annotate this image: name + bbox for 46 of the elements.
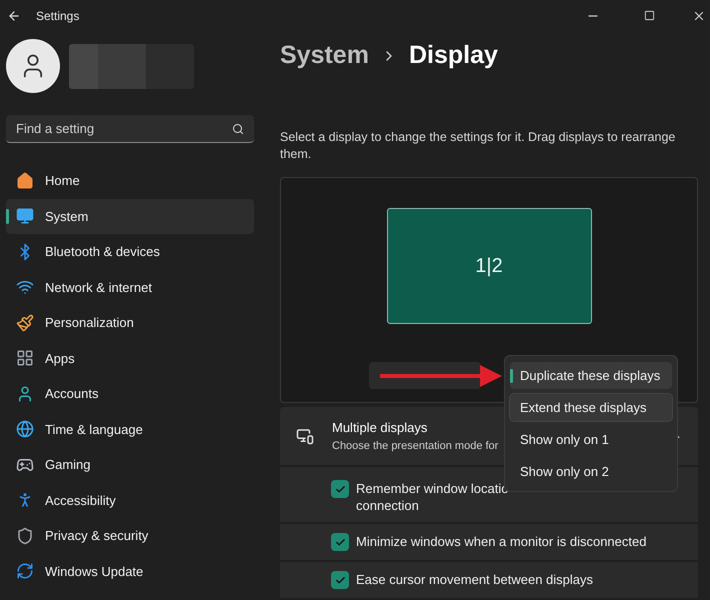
sidebar-item[interactable]: Personalization xyxy=(6,305,254,340)
monitor-icon xyxy=(16,207,34,226)
apps-grid-icon xyxy=(16,349,34,368)
multiple-displays-icon xyxy=(296,427,314,445)
checkbox-label: Ease cursor movement between displays xyxy=(356,571,594,588)
menu-item[interactable]: Show only on 2 xyxy=(510,458,672,485)
wifi-icon xyxy=(16,278,34,296)
display-number: 1|2 xyxy=(475,254,503,279)
checkbox[interactable] xyxy=(331,571,349,589)
setting-title: Multiple displays xyxy=(332,419,428,437)
check-icon xyxy=(334,484,346,494)
back-icon[interactable] xyxy=(7,8,21,22)
sidebar-item[interactable]: Privacy & security xyxy=(6,518,254,554)
sidebar-item[interactable]: Bluetooth & devices xyxy=(6,234,254,270)
checkbox[interactable] xyxy=(331,533,349,551)
paintbrush-icon xyxy=(16,314,34,332)
checkbox[interactable] xyxy=(331,480,349,498)
page-title: Display xyxy=(408,40,498,72)
maximize-icon[interactable] xyxy=(644,10,655,21)
setting-subtitle: Choose the presentation mode for xyxy=(332,438,498,454)
description-text: Select a display to change the settings for it. Drag displays to rearrange them. xyxy=(280,129,676,163)
check-icon xyxy=(334,574,346,586)
search-field[interactable]: Find a setting xyxy=(6,115,254,143)
search-icon[interactable] xyxy=(232,123,244,135)
sidebar-item[interactable]: Windows Update xyxy=(6,554,254,589)
sidebar-item[interactable]: Apps xyxy=(6,340,254,376)
sidebar-item[interactable]: Accessibility xyxy=(6,482,254,518)
menu-item[interactable]: Duplicate these displays xyxy=(510,362,672,389)
sidebar-item[interactable]: System xyxy=(6,198,254,234)
window-title: Settings xyxy=(36,8,80,24)
sidebar-item[interactable]: Time & language xyxy=(6,412,254,447)
menu-item[interactable]: Show only on 1 xyxy=(510,426,672,453)
check-icon xyxy=(334,536,346,548)
sidebar-item[interactable]: Accounts xyxy=(6,376,254,412)
person-icon xyxy=(16,384,34,403)
refresh-icon xyxy=(16,562,34,580)
menu-item[interactable]: Extend these displays xyxy=(510,394,672,421)
home-icon xyxy=(16,172,34,190)
display-tile[interactable]: 1|2 xyxy=(386,208,592,324)
sidebar-item[interactable]: Home xyxy=(6,163,254,198)
globe-clock-icon xyxy=(16,420,34,438)
sidebar-item[interactable]: Gaming xyxy=(6,447,254,482)
checkbox-label: Minimize windows when a monitor is disconnected xyxy=(356,533,646,550)
breadcrumb-parent[interactable]: System xyxy=(280,37,369,75)
shield-icon xyxy=(16,526,34,545)
sidebar-item[interactable]: Network & internet xyxy=(6,270,254,305)
